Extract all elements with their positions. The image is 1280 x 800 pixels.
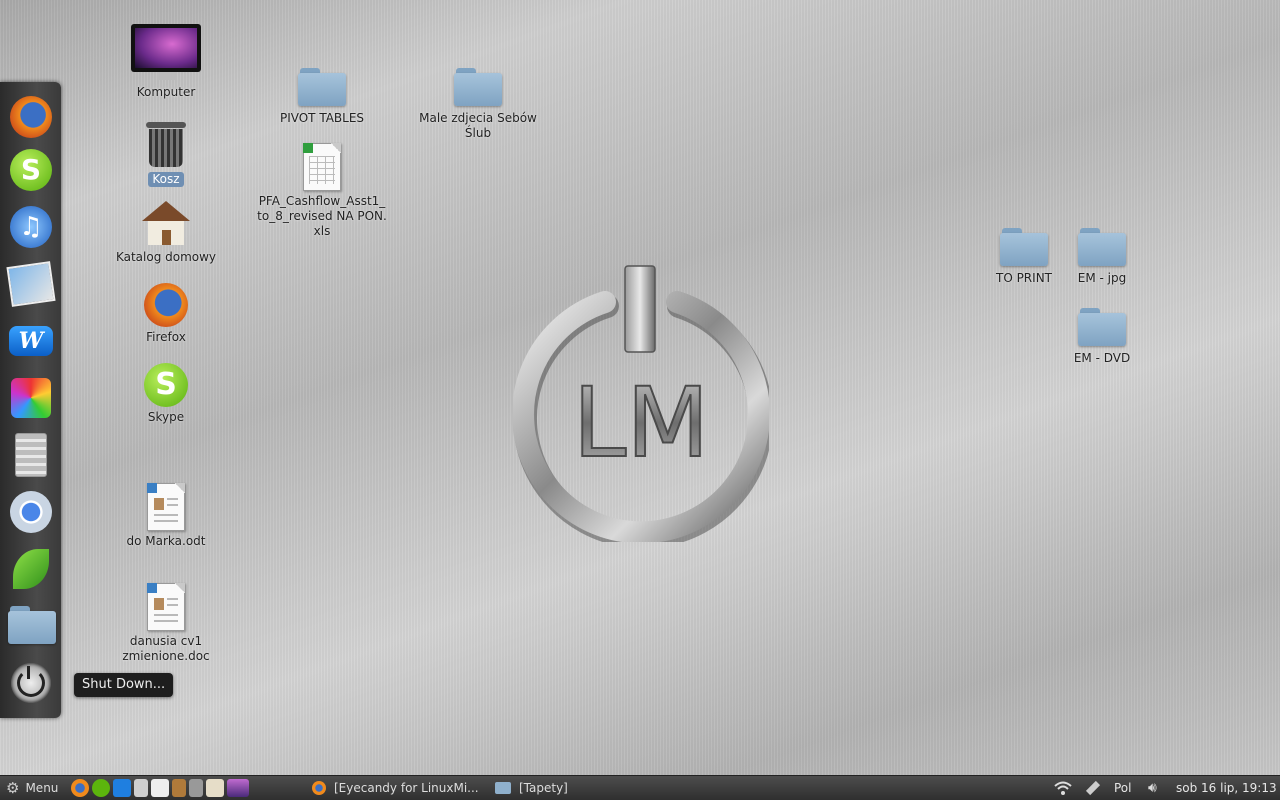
document-icon [147,583,185,631]
chrome-icon[interactable] [8,489,54,535]
application-dock: S ♫ W [0,82,61,718]
folder-icon [495,782,511,794]
desktop-icon-kosz[interactable]: Kosz [101,122,231,187]
itunes-icon[interactable]: ♫ [8,204,54,250]
desktop-icon-label: Firefox [146,330,186,344]
shutdown-tooltip: Shut Down... [74,673,174,697]
logo-text: LM [573,367,709,479]
monitor-icon [131,24,201,82]
folder-icon[interactable] [8,603,56,649]
desktop-icon-firefox[interactable]: Firefox [101,283,231,345]
menu-button[interactable]: ⚙ Menu [6,776,58,800]
keyboard-layout[interactable]: Pol [1114,776,1131,800]
desktop-icon-label: Male zdjecia Sebów Ślub [419,111,537,140]
clock[interactable]: sob 16 lip, 19:13 [1176,776,1277,800]
firefox-icon[interactable] [71,779,89,797]
desktop-icon-label: Katalog domowy [115,250,217,264]
desktop-icon-skype[interactable]: S Skype [101,363,231,425]
folder-icon [454,68,502,108]
guitar-icon[interactable] [172,779,186,797]
monitor-icon[interactable] [227,779,249,797]
desktop-icon-label: PFA_Cashflow_Asst1_ to_8_revised NA PON.… [257,194,387,238]
calculator-icon[interactable] [134,779,148,797]
firefox-icon [312,781,326,795]
desktop-icon-em-jpg[interactable]: EM - jpg [1037,228,1167,286]
desktop-icon-pfa-cashflow[interactable]: PFA_Cashflow_Asst1_ to_8_revised NA PON.… [257,143,387,239]
usb-icon[interactable] [1085,776,1101,800]
volume-icon[interactable]: 🔊︎ [1148,776,1157,800]
paint-icon[interactable] [8,375,54,421]
wine-icon[interactable]: W [8,318,54,364]
gear-icon: ⚙ [6,779,20,797]
document-icon [147,483,185,531]
desktop-icon-katalog-domowy[interactable]: Katalog domowy [101,201,231,265]
desktop-icon-label: danusia cv1 zmienione.doc [122,634,210,663]
taskbar: ⚙ Menu [Eyecandy for LinuxMi... [Tapety]… [0,775,1280,800]
trash-icon [146,122,186,168]
desktop-icon-do-marka[interactable]: do Marka.odt [101,483,231,549]
taskbar-window-tapety[interactable]: [Tapety] [495,776,568,800]
window-title: [Eyecandy for LinuxMi... [334,781,479,795]
linux-mint-logo: LM [513,265,769,542]
folder-icon [1078,228,1126,268]
folder-icon [298,68,346,108]
quick-launch [71,776,252,800]
home-icon[interactable] [206,779,224,797]
desktop-icon-label: Skype [147,410,185,424]
taskbar-window-eyecandy[interactable]: [Eyecandy for LinuxMi... [312,776,479,800]
spreadsheet-icon [303,143,341,191]
desktop-icon-label: EM - jpg [1077,271,1127,285]
desktop-icon-label: Kosz [148,172,184,187]
desktop-icon-pivot-tables[interactable]: PIVOT TABLES [257,68,387,126]
shutdown-icon[interactable] [8,660,54,706]
firefox-icon [144,283,188,327]
folder-icon [1078,308,1126,348]
wine-icon[interactable] [113,779,131,797]
home-folder-icon [142,201,190,247]
wifi-icon[interactable] [1053,776,1073,800]
skype-icon[interactable] [92,779,110,797]
desktop-icon-label: PIVOT TABLES [279,111,365,125]
calculator-icon[interactable] [8,432,54,478]
desktop-icon-label: EM - DVD [1073,351,1131,365]
skype-icon: S [144,363,188,407]
desktop-icon-label: do Marka.odt [126,534,206,548]
leaf-icon[interactable] [8,546,54,592]
desktop-icon-em-dvd[interactable]: EM - DVD [1037,308,1167,366]
document-icon[interactable] [151,779,169,797]
skype-icon[interactable]: S [8,147,54,193]
desktop-icon-komputer[interactable]: Komputer [101,24,231,100]
iphoto-icon[interactable] [6,261,56,307]
desktop-icon-label: Komputer [136,85,196,99]
desktop-icon-danusia-cv[interactable]: danusia cv1 zmienione.doc [101,583,231,664]
menu-label: Menu [25,781,59,795]
desktop-icon-male-zdjecia[interactable]: Male zdjecia Sebów Ślub [413,68,543,141]
printer-icon[interactable] [189,779,203,797]
window-title: [Tapety] [519,781,568,795]
firefox-icon[interactable] [8,94,54,140]
